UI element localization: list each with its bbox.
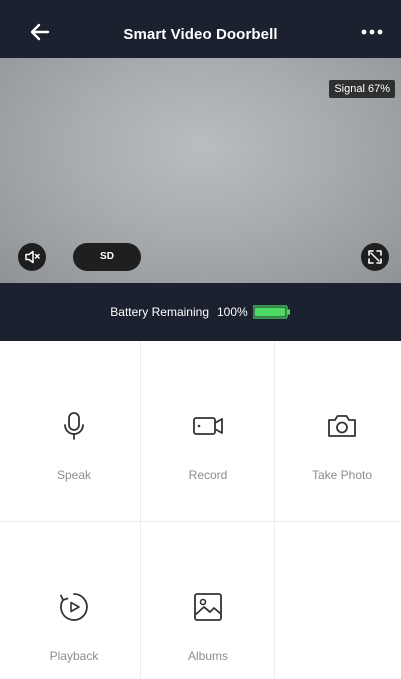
more-dots-icon (361, 29, 383, 35)
take-photo-button[interactable]: Take Photo (275, 341, 401, 510)
camera-icon (328, 415, 356, 437)
page-title: Smart Video Doorbell (123, 26, 278, 43)
battery-status-bar: Battery Remaining 100% (0, 283, 401, 341)
video-feed[interactable]: Signal 67% SD (0, 58, 401, 283)
microphone-icon (64, 412, 84, 440)
playback-icon (60, 593, 88, 621)
action-grid: Speak Record Take Photo Playback Albums (0, 341, 401, 679)
album-image-icon (194, 593, 222, 621)
playback-button[interactable]: Playback (7, 522, 141, 679)
speak-label: Speak (56, 468, 92, 482)
video-camera-icon (193, 417, 223, 435)
playback-label: Playback (49, 649, 99, 663)
battery-icon (252, 305, 290, 319)
speaker-mute-icon (25, 250, 40, 264)
signal-badge: Signal 67% (329, 80, 395, 98)
fullscreen-icon (368, 250, 382, 264)
app-header: Smart Video Doorbell (0, 0, 401, 58)
speak-button[interactable]: Speak (7, 341, 141, 510)
albums-label: Albums (187, 649, 228, 663)
quality-toggle-button[interactable]: SD (73, 243, 141, 271)
more-button[interactable] (359, 24, 385, 40)
albums-button[interactable]: Albums (141, 522, 275, 679)
mute-button[interactable] (18, 243, 46, 271)
take-photo-label: Take Photo (311, 468, 373, 482)
record-label: Record (188, 468, 228, 482)
fullscreen-button[interactable] (361, 243, 389, 271)
battery-value: 100% (217, 305, 248, 319)
record-button[interactable]: Record (141, 341, 275, 510)
battery-label: Battery Remaining (110, 305, 209, 319)
